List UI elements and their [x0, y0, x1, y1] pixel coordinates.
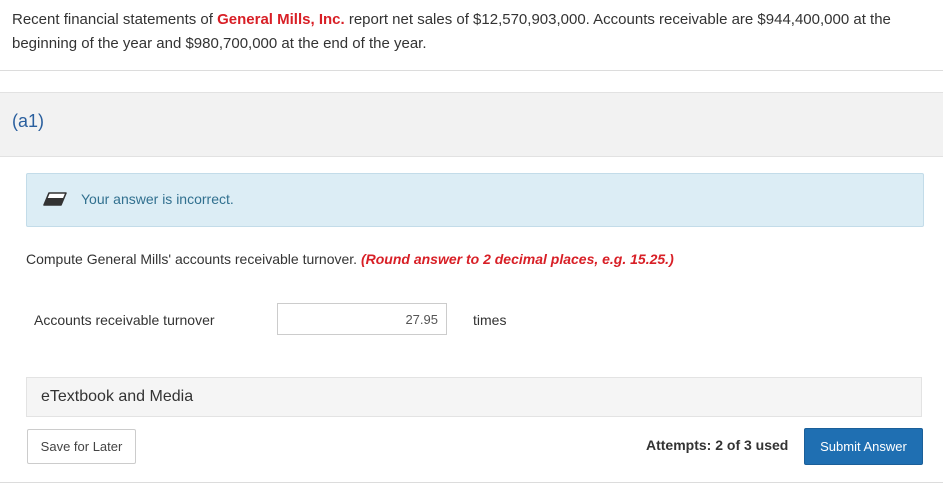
- answer-input[interactable]: [277, 303, 447, 335]
- attempts-counter: Attempts: 2 of 3 used: [646, 437, 789, 453]
- question-prompt: Compute General Mills' accounts receivab…: [26, 251, 361, 267]
- part-label: (a1): [12, 111, 45, 131]
- problem-prefix: Recent financial statements of: [12, 11, 218, 28]
- divider: [0, 70, 943, 71]
- problem-statement: Recent financial statements of General M…: [12, 8, 932, 56]
- company-name: General Mills, Inc.: [217, 11, 345, 28]
- divider: [0, 482, 943, 483]
- save-for-later-button[interactable]: Save for Later: [27, 429, 136, 464]
- eraser-icon: [43, 192, 67, 206]
- question-text: Compute General Mills' accounts receivab…: [26, 251, 674, 267]
- submit-answer-button[interactable]: Submit Answer: [804, 428, 923, 465]
- answer-field-label: Accounts receivable turnover: [34, 312, 215, 328]
- feedback-panel: Your answer is incorrect.: [26, 173, 924, 227]
- rounding-hint: (Round answer to 2 decimal places, e.g. …: [360, 251, 674, 267]
- answer-unit: times: [473, 312, 507, 328]
- etextbook-media-toggle[interactable]: eTextbook and Media: [26, 377, 922, 417]
- part-header: (a1): [0, 92, 943, 157]
- feedback-message: Your answer is incorrect.: [81, 191, 234, 207]
